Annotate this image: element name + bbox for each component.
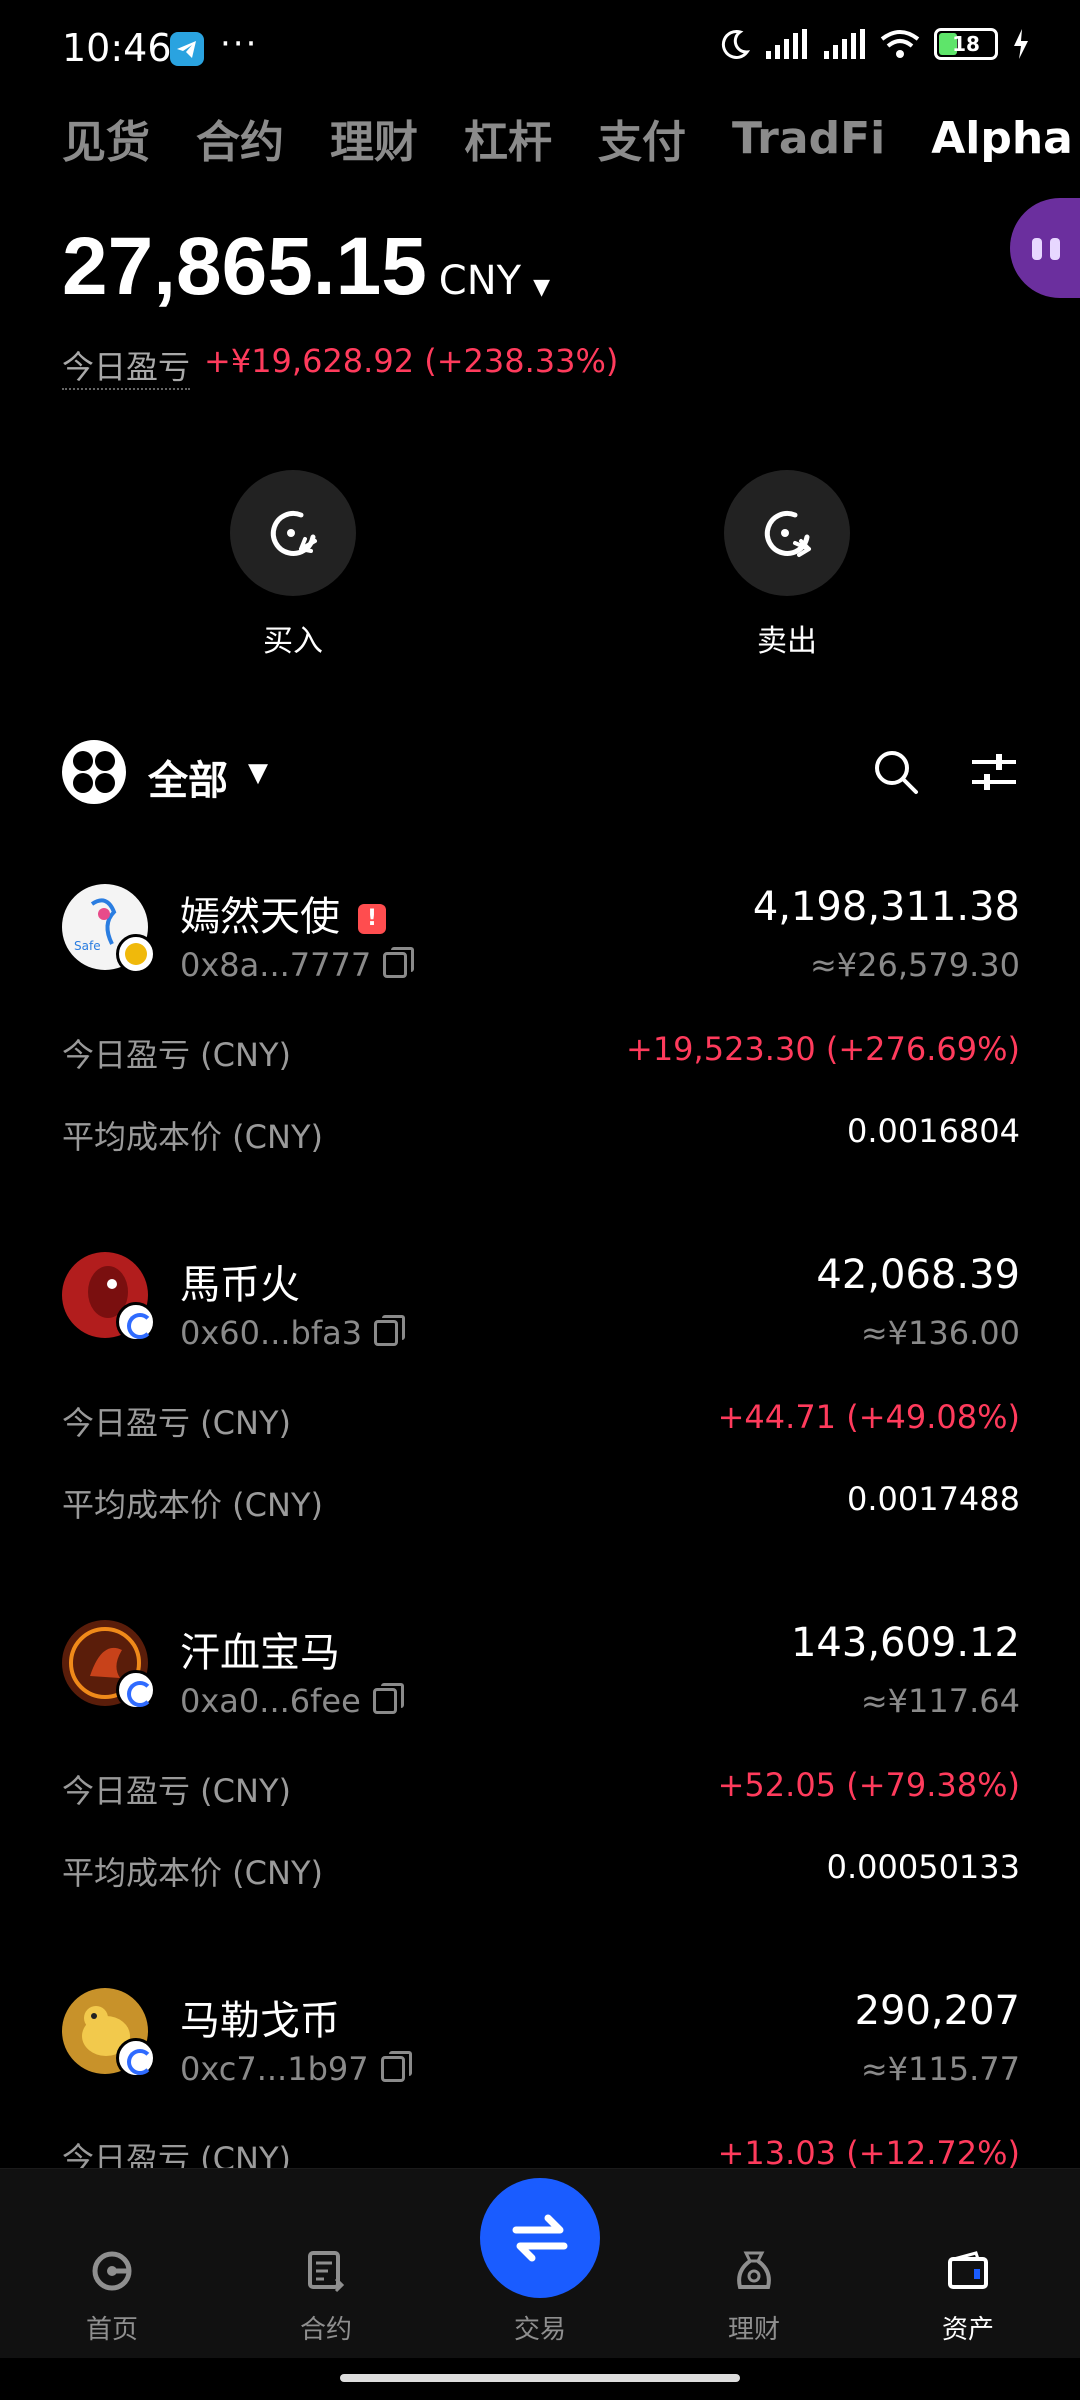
sell-button[interactable]: 卖出 bbox=[722, 470, 852, 660]
copy-icon[interactable] bbox=[374, 1315, 406, 1346]
pnl-value: +19,523.30 (+276.69%) bbox=[626, 1030, 1020, 1068]
filter-all-dropdown[interactable]: 全部 bbox=[148, 748, 228, 806]
holding-item[interactable]: 汗血宝马 0xa0...6fee 143,609.12 ≈¥117.64 今日盈… bbox=[62, 1620, 1020, 1900]
battery-icon: 18 bbox=[934, 28, 998, 60]
cost-label: 平均成本价 (CNY) bbox=[62, 1486, 323, 1524]
token-name: 汗血宝马 bbox=[180, 1630, 340, 1676]
nav-assets[interactable]: 资产 bbox=[860, 2169, 1076, 2359]
balance-amount: 27,865.15 bbox=[62, 221, 427, 312]
copy-icon[interactable] bbox=[383, 947, 415, 978]
tab-margin[interactable]: 杠杆 bbox=[464, 106, 552, 170]
holding-item[interactable]: 馬币火 0x60...bfa3 42,068.39 ≈¥136.00 今日盈亏 … bbox=[62, 1252, 1020, 1532]
token-name: 马勒戈币 bbox=[180, 1998, 340, 2044]
risk-warning-icon[interactable]: ! bbox=[358, 904, 386, 934]
token-address: 0x60...bfa3 bbox=[180, 1314, 406, 1352]
nav-earn-label: 理财 bbox=[727, 2315, 780, 2345]
buy-label: 买入 bbox=[263, 624, 323, 659]
earn-icon bbox=[737, 2251, 771, 2289]
cost-value: 0.0016804 bbox=[846, 1112, 1020, 1150]
total-balance: 27,865.15 CNY ▼ bbox=[62, 220, 550, 314]
nav-trade-label: 交易 bbox=[513, 2315, 566, 2345]
cost-label: 平均成本价 (CNY) bbox=[62, 1854, 323, 1892]
trade-swap-button[interactable] bbox=[480, 2178, 600, 2298]
token-address: 0x8a...7777 bbox=[180, 946, 415, 984]
cost-label: 平均成本价 (CNY) bbox=[62, 1118, 323, 1156]
sell-icon bbox=[724, 470, 850, 596]
chain-badge-icon bbox=[116, 1670, 156, 1710]
nav-futures-label: 合约 bbox=[299, 2315, 352, 2345]
pnl-label: 今日盈亏 (CNY) bbox=[62, 1404, 291, 1442]
signal-roaming-icon bbox=[824, 29, 865, 59]
chain-badge-icon bbox=[116, 1302, 156, 1342]
tab-alpha[interactable]: Alpha bbox=[931, 113, 1073, 164]
all-assets-icon[interactable] bbox=[62, 740, 126, 804]
token-quantity: 290,207 bbox=[854, 1988, 1020, 2034]
nav-assets-label: 资产 bbox=[941, 2315, 994, 2345]
token-address: 0xa0...6fee bbox=[180, 1682, 404, 1720]
pnl-value: +52.05 (+79.38%) bbox=[717, 1766, 1020, 1804]
pnl-label: 今日盈亏 (CNY) bbox=[62, 1036, 291, 1074]
token-name: 嫣然天使! bbox=[180, 884, 386, 942]
status-time: 10:46 bbox=[62, 26, 172, 70]
today-pnl: 今日盈亏 +¥19,628.92 (+238.33%) bbox=[62, 342, 618, 390]
adjust-settings-icon[interactable] bbox=[968, 746, 1020, 798]
home-indicator[interactable] bbox=[340, 2374, 740, 2382]
more-notifications-icon: ··· bbox=[220, 24, 259, 64]
token-quantity: 143,609.12 bbox=[790, 1620, 1020, 1666]
nav-home-label: 首页 bbox=[85, 2315, 138, 2345]
chain-badge-icon bbox=[116, 2038, 156, 2078]
chain-badge-icon bbox=[116, 934, 156, 974]
status-icons: 18 bbox=[720, 28, 1030, 60]
today-pnl-label[interactable]: 今日盈亏 bbox=[62, 342, 191, 390]
holdings-filter-row: 全部 ▼ bbox=[62, 740, 1020, 806]
buy-icon bbox=[230, 470, 356, 596]
tab-tradfi[interactable]: TradFi bbox=[732, 113, 885, 164]
charging-icon bbox=[1014, 29, 1028, 59]
swap-icon bbox=[512, 2214, 568, 2262]
token-quantity: 4,198,311.38 bbox=[752, 884, 1020, 930]
status-bar: 10:46 ··· 18 bbox=[0, 0, 1080, 100]
svg-text:Safe: Safe bbox=[74, 939, 101, 953]
holding-item[interactable]: 马勒戈币 0xc7...1b97 290,207 ≈¥115.77 今日盈亏 (… bbox=[62, 1988, 1020, 2178]
tab-pay[interactable]: 支付 bbox=[598, 106, 686, 170]
tab-earn[interactable]: 理财 bbox=[330, 106, 418, 170]
currency-selector[interactable]: CNY bbox=[439, 258, 521, 304]
token-address: 0xc7...1b97 bbox=[180, 2050, 412, 2088]
token-value: ≈¥115.77 bbox=[860, 2050, 1020, 2088]
sell-label: 卖出 bbox=[757, 624, 817, 659]
filter-caret-icon[interactable]: ▼ bbox=[248, 758, 268, 788]
signal-icon bbox=[766, 29, 807, 59]
search-icon[interactable] bbox=[870, 746, 922, 798]
today-pnl-value: +¥19,628.92 (+238.33%) bbox=[204, 342, 619, 380]
pnl-label: 今日盈亏 (CNY) bbox=[62, 1772, 291, 1810]
nav-home[interactable]: 首页 bbox=[4, 2169, 220, 2359]
tab-spot[interactable]: 见货 bbox=[62, 106, 150, 170]
copy-icon[interactable] bbox=[372, 1683, 404, 1714]
copy-icon[interactable] bbox=[380, 2051, 412, 2082]
wallet-icon bbox=[948, 2251, 988, 2289]
buy-button[interactable]: 买入 bbox=[228, 470, 358, 660]
nav-futures[interactable]: 合约 bbox=[218, 2169, 434, 2359]
token-value: ≈¥136.00 bbox=[860, 1314, 1020, 1352]
holding-item[interactable]: Safe 嫣然天使! 0x8a...7777 4,198,311.38 ≈¥26… bbox=[62, 884, 1020, 1164]
floating-assistant-button[interactable] bbox=[1010, 198, 1080, 298]
pnl-value: +13.03 (+12.72%) bbox=[717, 2134, 1020, 2172]
cost-value: 0.00050133 bbox=[826, 1848, 1020, 1886]
futures-icon bbox=[308, 2251, 345, 2293]
top-tabs: 见货 合约 理财 杠杆 支付 TradFi Alpha bbox=[62, 106, 1073, 170]
pnl-value: +44.71 (+49.08%) bbox=[717, 1398, 1020, 1436]
moon-icon bbox=[721, 30, 750, 59]
tab-futures[interactable]: 合约 bbox=[196, 106, 284, 170]
wifi-icon bbox=[880, 30, 920, 58]
telegram-icon bbox=[170, 32, 204, 66]
cost-value: 0.0017488 bbox=[846, 1480, 1020, 1518]
nav-earn[interactable]: 理财 bbox=[646, 2169, 862, 2359]
token-name: 馬币火 bbox=[180, 1262, 300, 1308]
token-value: ≈¥117.64 bbox=[860, 1682, 1020, 1720]
token-value: ≈¥26,579.30 bbox=[809, 946, 1020, 984]
home-icon bbox=[92, 2251, 132, 2291]
currency-caret-icon[interactable]: ▼ bbox=[533, 275, 550, 300]
token-quantity: 42,068.39 bbox=[816, 1252, 1020, 1298]
